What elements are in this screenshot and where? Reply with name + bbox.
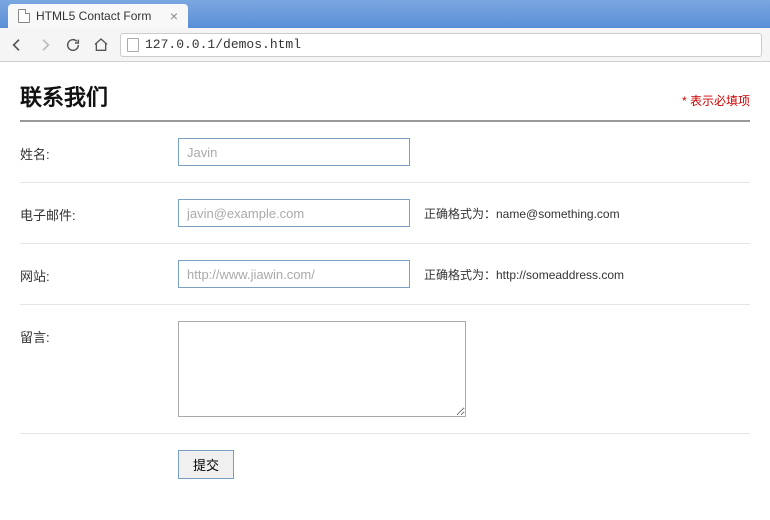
- form-row-website: 网站: 正确格式为：http://someaddress.com: [20, 244, 750, 305]
- email-input[interactable]: [178, 199, 410, 227]
- tab-bar: HTML5 Contact Form ×: [0, 0, 770, 28]
- name-label: 姓名:: [20, 138, 178, 163]
- browser-toolbar: 127.0.0.1/demos.html: [0, 28, 770, 62]
- reload-button[interactable]: [64, 36, 82, 54]
- page-content: 联系我们 表示必填项 姓名: 电子邮件: 正确格式为：name@somethin…: [0, 62, 770, 497]
- browser-tab[interactable]: HTML5 Contact Form ×: [8, 4, 188, 28]
- close-icon[interactable]: ×: [170, 9, 178, 23]
- forward-button[interactable]: [36, 36, 54, 54]
- required-note: 表示必填项: [682, 92, 750, 109]
- website-input[interactable]: [178, 260, 410, 288]
- home-button[interactable]: [92, 36, 110, 54]
- url-text: 127.0.0.1/demos.html: [145, 37, 301, 52]
- page-icon: [127, 38, 139, 52]
- email-label: 电子邮件:: [20, 199, 178, 224]
- file-icon: [18, 9, 30, 23]
- website-hint: 正确格式为：http://someaddress.com: [424, 266, 624, 283]
- tab-title: HTML5 Contact Form: [36, 9, 151, 23]
- website-label: 网站:: [20, 260, 178, 285]
- page-header: 联系我们 表示必填项: [20, 80, 750, 122]
- message-textarea[interactable]: [178, 321, 466, 417]
- address-bar[interactable]: 127.0.0.1/demos.html: [120, 33, 762, 57]
- browser-window: HTML5 Contact Form × 127.0.0.1/demos.htm…: [0, 0, 770, 497]
- form-row-name: 姓名:: [20, 122, 750, 183]
- form-row-message: 留言:: [20, 305, 750, 434]
- form-row-email: 电子邮件: 正确格式为：name@something.com: [20, 183, 750, 244]
- submit-button[interactable]: 提交: [178, 450, 234, 479]
- name-input[interactable]: [178, 138, 410, 166]
- page-title: 联系我们: [20, 80, 108, 112]
- email-hint: 正确格式为：name@something.com: [424, 205, 620, 222]
- back-button[interactable]: [8, 36, 26, 54]
- message-label: 留言:: [20, 321, 178, 346]
- submit-row: 提交: [20, 434, 750, 479]
